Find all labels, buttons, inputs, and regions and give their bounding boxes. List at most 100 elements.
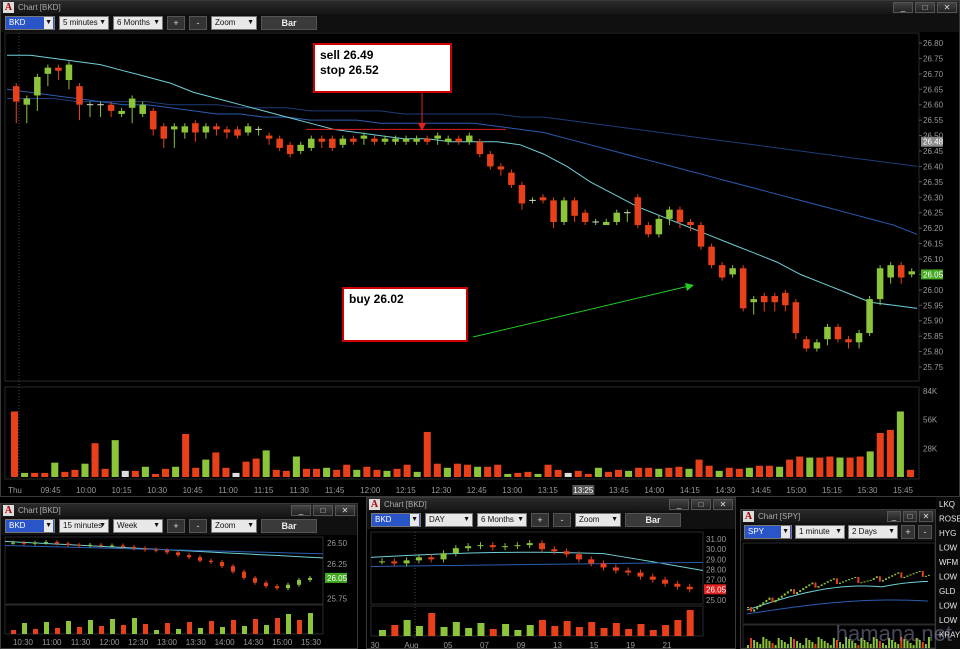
volume-bar (534, 473, 542, 477)
candle-body (33, 542, 37, 544)
volume-bar (796, 456, 804, 477)
time-axis-label: 11:15 (254, 486, 274, 495)
time-axis-label: 09:45 (41, 486, 62, 495)
candle-body (885, 578, 887, 580)
moving-average-line (746, 580, 928, 611)
volume-bar (242, 626, 247, 634)
price-axis-label: 25.75 (327, 595, 348, 604)
volume-bar (675, 466, 683, 477)
candle-body (915, 572, 918, 574)
sub2-price-chart[interactable]: 31.0030.0029.00 28.0027.0026.05 25.00 30 Aug… (367, 498, 736, 649)
time-axis-label: 10:15 (112, 486, 133, 495)
price-axis-label: 26.00 (923, 286, 944, 295)
sub2-price-frame (370, 531, 704, 605)
volume-bar (489, 629, 497, 636)
candle-body (887, 265, 894, 278)
candle-body (869, 579, 872, 581)
candle-body (234, 129, 241, 136)
volume-bar (551, 626, 559, 636)
candle-body (55, 67, 62, 71)
sub1-price-chart[interactable]: 26.50 26.25 26.05 25.75 10:30 11:00 11:30 12:00… (1, 504, 358, 649)
candle-body (881, 579, 884, 582)
price-axis-label: 26.30 (923, 193, 944, 202)
volume-bar (81, 463, 89, 477)
candle-body (23, 98, 31, 105)
volume-bar (413, 471, 421, 477)
time-axis-label: 11:30 (289, 486, 309, 495)
candle-body (771, 597, 774, 603)
candle-body (612, 567, 619, 571)
volume-bar (132, 618, 137, 634)
candle-body (444, 138, 452, 142)
volume-bar (61, 471, 69, 477)
buy-arrow-head (685, 283, 694, 291)
volume-bar (151, 473, 159, 477)
volume-bar (393, 468, 401, 477)
candle-body (921, 570, 924, 577)
candle-body (750, 299, 757, 303)
candle-body (286, 584, 290, 589)
volume-bar (906, 469, 914, 477)
volume-bar (856, 456, 864, 477)
price-axis-label: 26.65 (923, 85, 944, 94)
volume-bar (141, 466, 149, 477)
candle-body (526, 543, 533, 546)
time-axis-label: 11:30 (71, 638, 91, 647)
volume-bar (187, 622, 192, 634)
volume-bar (886, 429, 894, 477)
candle-body (402, 138, 410, 142)
volume-bar (302, 468, 310, 477)
candle-body (900, 572, 903, 579)
volume-bar (494, 464, 502, 477)
volume-bar (44, 622, 49, 634)
volume-bar (232, 472, 240, 477)
price-axis-label: 26.60 (923, 101, 944, 110)
volume-bar (780, 640, 783, 648)
volume-bar (686, 610, 694, 636)
candle-body (909, 574, 912, 576)
time-axis-label: 15:45 (893, 486, 914, 495)
volume-bar (896, 411, 904, 477)
volume-bar (443, 467, 451, 477)
volume-bar (649, 630, 657, 636)
volume-bar (753, 640, 756, 648)
price-axis-label: 26.50 (327, 539, 348, 548)
candle-body (13, 86, 20, 102)
candle-body (782, 292, 789, 306)
candle-body (563, 551, 570, 555)
candle-body (854, 577, 857, 579)
time-axis-label: 15:30 (301, 638, 322, 647)
price-axis-label: 25.95 (923, 301, 944, 310)
candle-body (297, 144, 304, 151)
volume-bar (110, 619, 115, 634)
price-axis-label: 27.00 (706, 576, 727, 585)
volume-bar (750, 638, 753, 648)
volume-bar (231, 620, 236, 634)
volume-bar (220, 627, 225, 634)
time-axis-label: 13 (553, 641, 562, 649)
volume-bar (21, 472, 29, 477)
candle-body (220, 562, 224, 567)
candle-body (729, 268, 736, 275)
volume-bar (242, 461, 250, 477)
candle-body (581, 212, 589, 222)
volume-bar (88, 620, 93, 634)
candle-body (502, 546, 509, 548)
moving-average-line (746, 599, 928, 615)
volume-bar (846, 457, 854, 477)
candle-body (139, 104, 146, 114)
candle-body (789, 589, 792, 592)
candle-body (171, 126, 178, 130)
price-axis-label: 26.75 (923, 54, 944, 63)
main-price-chart[interactable]: 26.8026.7526.7026.6526.6026.5526.5026.45… (1, 1, 960, 497)
time-axis-label: Aug (404, 641, 418, 649)
time-axis-label: 14:00 (215, 638, 236, 647)
candle-body (863, 581, 866, 583)
candle-body (202, 126, 210, 133)
candle-body (897, 265, 905, 278)
time-axis-label: 09 (517, 641, 526, 649)
candle-body (223, 129, 231, 133)
candle-body (160, 126, 168, 139)
candle-body (22, 542, 26, 544)
candle-body (848, 579, 851, 581)
